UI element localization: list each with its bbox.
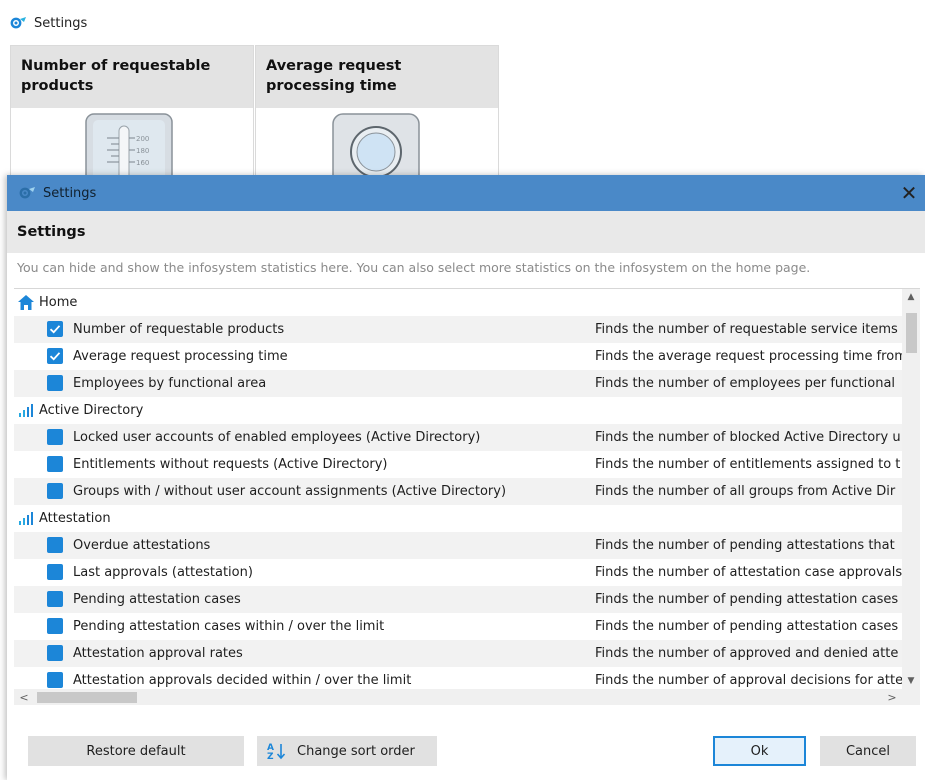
item-label: Pending attestation cases within / over … — [73, 619, 385, 634]
statistics-rows: Home Number of requestable products Finds … — [14, 289, 902, 689]
group-label: Attestation — [39, 511, 111, 526]
item-label: Employees by functional area — [73, 376, 267, 391]
checkbox-unchecked[interactable] — [47, 672, 63, 688]
list-item[interactable]: Pending attestation cases Finds the numbe… — [14, 586, 902, 613]
app-title: Settings — [34, 15, 88, 31]
list-item[interactable]: Number of requestable products Finds the … — [14, 316, 902, 343]
list-item[interactable]: Entitlements without requests (Active Di… — [14, 451, 902, 478]
gauge-scale-200: 200 — [136, 135, 149, 143]
bar-chart-icon — [18, 403, 34, 422]
list-item[interactable]: Groups with / without user account assig… — [14, 478, 902, 505]
scroll-down-icon[interactable]: ▼ — [902, 673, 920, 689]
item-description: Finds the number of all groups from Acti… — [595, 484, 896, 499]
scroll-left-icon[interactable]: < — [16, 689, 32, 705]
item-description: Finds the number of requestable service … — [595, 322, 898, 337]
tile-title: Average request processing time — [256, 46, 498, 108]
home-icon — [18, 295, 34, 314]
checkbox-unchecked[interactable] — [47, 537, 63, 553]
item-label: Last approvals (attestation) — [73, 565, 253, 580]
checkbox-unchecked[interactable] — [47, 429, 63, 445]
item-label: Entitlements without requests (Active Di… — [73, 457, 388, 472]
hint-text: You can hide and show the infosystem sta… — [17, 260, 811, 275]
gauge-scale-160: 160 — [136, 159, 149, 167]
group-label: Home — [39, 295, 78, 310]
group-header-active-directory[interactable]: Active Directory — [14, 397, 902, 424]
list-item[interactable]: Last approvals (attestation) Finds the nu… — [14, 559, 902, 586]
scroll-up-icon[interactable]: ▲ — [902, 289, 920, 305]
item-description: Finds the number of pending attestation … — [595, 619, 899, 634]
settings-dialog: Settings ✕ Settings You can hide and sho… — [7, 175, 925, 780]
item-description: Finds the number of blocked Active Direc… — [595, 430, 901, 445]
list-item[interactable]: Attestation approval rates Finds the numb… — [14, 640, 902, 667]
tile-average-processing-time[interactable]: Average request processing time — [255, 45, 499, 186]
app-header: Settings — [10, 12, 87, 34]
svg-text:Z: Z — [267, 752, 274, 760]
list-item[interactable]: Pending attestation cases within / over … — [14, 613, 902, 640]
section-title: Settings — [7, 211, 925, 253]
checkbox-unchecked[interactable] — [47, 618, 63, 634]
list-item[interactable]: Locked user accounts of enabled employee… — [14, 424, 902, 451]
sort-az-icon: A Z — [267, 743, 286, 760]
vertical-scrollbar[interactable]: ▲ ▼ — [902, 289, 920, 689]
tile-requestable-products[interactable]: Number of requestable products 200 180 1… — [10, 45, 254, 186]
dialog-titlebar[interactable]: Settings ✕ — [7, 175, 925, 211]
sort-button-label: Change sort order — [297, 743, 415, 759]
gauge-scale-180: 180 — [136, 147, 149, 155]
checkbox-checked[interactable] — [47, 321, 63, 337]
horizontal-scrollbar[interactable]: < > — [14, 689, 920, 705]
item-label: Overdue attestations — [73, 538, 211, 553]
checkmark-icon — [49, 325, 61, 334]
item-description: Finds the number of employees per functi… — [595, 376, 896, 391]
list-item[interactable]: Average request processing time Finds the… — [14, 343, 902, 370]
list-item[interactable]: Employees by functional area Finds the nu… — [14, 370, 902, 397]
item-description: Finds the number of attestation case app… — [595, 565, 902, 580]
checkbox-unchecked[interactable] — [47, 591, 63, 607]
item-description: Finds the number of approval decisions f… — [595, 673, 902, 688]
cancel-button[interactable]: Cancel — [820, 736, 916, 766]
item-description: Finds the number of pending attestation … — [595, 592, 899, 607]
item-label: Attestation approval rates — [73, 646, 243, 661]
group-label: Active Directory — [39, 403, 144, 418]
item-label: Attestation approvals decided within / o… — [73, 673, 412, 688]
checkbox-checked[interactable] — [47, 348, 63, 364]
item-label: Locked user accounts of enabled employee… — [73, 430, 481, 445]
item-label: Average request processing time — [73, 349, 288, 364]
item-description: Finds the number of approved and denied … — [595, 646, 899, 661]
item-label: Number of requestable products — [73, 322, 285, 337]
statistics-list[interactable]: Home Number of requestable products Finds … — [14, 288, 920, 705]
checkbox-unchecked[interactable] — [47, 456, 63, 472]
horizontal-scroll-thumb[interactable] — [37, 692, 137, 703]
close-icon[interactable]: ✕ — [897, 181, 921, 205]
group-header-attestation[interactable]: Attestation — [14, 505, 902, 532]
checkbox-unchecked[interactable] — [47, 483, 63, 499]
checkbox-unchecked[interactable] — [47, 564, 63, 580]
item-label: Pending attestation cases — [73, 592, 241, 607]
settings-icon — [10, 17, 26, 29]
restore-default-button[interactable]: Restore default — [28, 736, 244, 766]
item-description: Finds the number of entitlements assigne… — [595, 457, 901, 472]
scroll-right-icon[interactable]: > — [884, 689, 900, 705]
bar-chart-icon — [18, 511, 34, 530]
checkmark-icon — [49, 352, 61, 361]
group-header-home[interactable]: Home — [14, 289, 902, 316]
settings-icon — [19, 187, 35, 199]
vertical-scroll-thumb[interactable] — [906, 313, 917, 353]
ok-button[interactable]: Ok — [713, 736, 806, 766]
checkbox-unchecked[interactable] — [47, 645, 63, 661]
checkbox-unchecked[interactable] — [47, 375, 63, 391]
item-label: Groups with / without user account assig… — [73, 484, 507, 499]
item-description: Finds the average request processing tim… — [595, 349, 902, 364]
list-item[interactable]: Overdue attestations Finds the number of … — [14, 532, 902, 559]
item-description: Finds the number of pending attestations… — [595, 538, 895, 553]
list-item[interactable]: Attestation approvals decided within / o… — [14, 667, 902, 689]
dialog-title: Settings — [43, 185, 97, 201]
tile-title: Number of requestable products — [11, 46, 253, 108]
change-sort-order-button[interactable]: A Z Change sort order — [257, 736, 437, 766]
